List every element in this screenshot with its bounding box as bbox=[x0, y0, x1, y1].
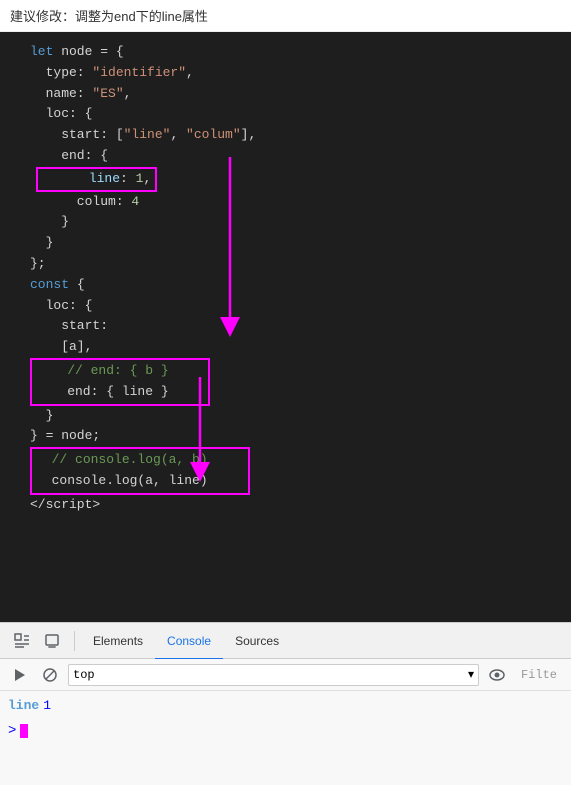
annotation-bar: 建议修改：调整为end下的line属性 bbox=[0, 0, 571, 32]
devtools-tabs: Elements Console Sources bbox=[0, 623, 571, 659]
line-value: 1 bbox=[43, 698, 51, 713]
tab-separator bbox=[74, 631, 75, 651]
context-dropdown[interactable]: top ▾ bbox=[68, 664, 479, 686]
annotation-text: 建议修改：调整为end下的line属性 bbox=[10, 9, 208, 24]
console-toolbar: top ▾ Filte bbox=[0, 659, 571, 691]
code-area: let node = { type: "identifier", name: "… bbox=[0, 32, 571, 622]
console-output: line 1 bbox=[0, 691, 571, 719]
inspector-icon bbox=[14, 633, 30, 649]
console-prompt-row[interactable]: > bbox=[0, 719, 571, 743]
eye-icon bbox=[489, 669, 505, 681]
block-icon-btn[interactable] bbox=[38, 663, 62, 687]
filter-label: Filte bbox=[515, 668, 563, 682]
output-line: line 1 bbox=[8, 695, 563, 715]
inspector-icon-btn[interactable] bbox=[8, 627, 36, 655]
device-icon-btn[interactable] bbox=[38, 627, 66, 655]
line-keyword: line bbox=[8, 698, 39, 713]
device-icon bbox=[44, 633, 60, 649]
tab-sources[interactable]: Sources bbox=[223, 624, 291, 660]
chevron-down-icon: ▾ bbox=[468, 667, 474, 682]
eye-icon-btn[interactable] bbox=[485, 663, 509, 687]
prompt-symbol: > bbox=[8, 723, 16, 739]
tab-console[interactable]: Console bbox=[155, 624, 223, 660]
prompt-cursor bbox=[20, 724, 28, 738]
play-icon-btn[interactable] bbox=[8, 663, 32, 687]
play-icon bbox=[13, 668, 27, 682]
devtools-bar: Elements Console Sources top ▾ bbox=[0, 622, 571, 785]
tab-elements[interactable]: Elements bbox=[81, 624, 155, 660]
block-icon bbox=[43, 668, 57, 682]
code-block: let node = { type: "identifier", name: "… bbox=[30, 42, 571, 516]
